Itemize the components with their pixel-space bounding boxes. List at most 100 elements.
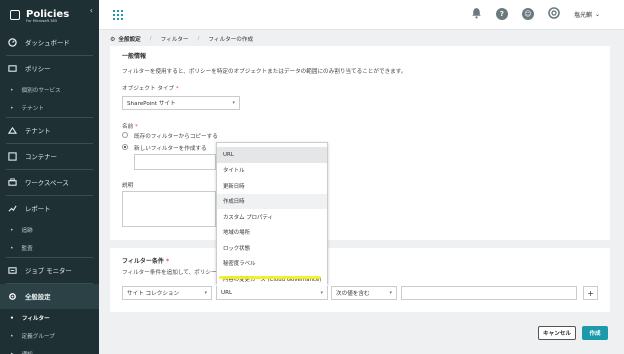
breadcrumb-home[interactable]: 全般設定	[118, 35, 140, 43]
bullet-icon: •	[10, 226, 14, 234]
chevron-down-icon: ▾	[389, 290, 392, 296]
object-type-select[interactable]: SharePoint サイト ▾	[122, 96, 240, 110]
sidebar-subitem-notification[interactable]: • 通知	[0, 345, 99, 354]
object-type-label: オブジェクト タイプ *	[122, 86, 179, 92]
job-monitor-icon	[8, 266, 17, 275]
sidebar-item-label: ワークスペース	[25, 179, 69, 187]
sidebar-item-label: 定義グループ	[21, 334, 55, 340]
sidebar-item-label: ダッシュボード	[25, 39, 70, 47]
brand-logo-icon	[10, 10, 20, 20]
gear-icon: ⚙	[110, 35, 116, 43]
dropdown-option-geo-location[interactable]: 地域の場所	[217, 225, 327, 241]
sidebar-item-label: ジョブ モニター	[25, 267, 72, 275]
object-type-value: SharePoint サイト	[127, 101, 176, 107]
condition-operator-select[interactable]: 次の値を含む ▾	[331, 286, 397, 300]
sidebar-item-label: 通知	[22, 350, 33, 354]
dropdown-option-created[interactable]: 作成日時	[217, 193, 327, 209]
policy-icon	[8, 64, 17, 73]
dropdown-option-url[interactable]: URL	[217, 147, 327, 163]
sidebar-subitem-definition-group[interactable]: • 定義グループ	[0, 327, 99, 345]
sidebar-item-label: コンテナー	[25, 153, 57, 161]
dashboard-icon	[8, 38, 17, 47]
sidebar-item-report[interactable]: レポート	[0, 196, 99, 221]
condition-field-value: サイト コレクション	[127, 291, 180, 297]
workspace-icon	[8, 178, 17, 187]
collapse-sidebar-icon[interactable]: ‹	[90, 6, 93, 15]
breadcrumb-filter[interactable]: フィルター	[161, 35, 189, 43]
description-label: 説明	[122, 183, 134, 189]
description-textarea[interactable]	[122, 191, 216, 227]
condition-field-select[interactable]: サイト コレクション ▾	[122, 286, 212, 300]
sidebar-subitem-audit[interactable]: • 監査	[0, 239, 99, 257]
condition-operator-value: 次の値を含む	[336, 291, 370, 297]
app-launcher-icon[interactable]	[113, 10, 123, 20]
sidebar-item-label: フィルター	[21, 316, 50, 322]
container-icon	[8, 152, 17, 161]
conditions-title: フィルター条件 *	[122, 258, 170, 265]
bell-icon[interactable]	[471, 7, 482, 21]
sidebar-subitem-services[interactable]: • 個別のサービス	[0, 81, 99, 99]
filter-conditions-card: フィルター条件 * フィルター条件を追加して、ポリシーを特定の サイト コレクシ…	[110, 248, 610, 312]
help-icon[interactable]: ?	[495, 8, 508, 20]
chevron-down-icon: ⌄	[594, 10, 600, 18]
cancel-button[interactable]: キャンセル	[538, 326, 576, 340]
sidebar-item-workspace[interactable]: ワークスペース	[0, 170, 99, 195]
sidebar-item-job-monitor[interactable]: ジョブ モニター	[0, 258, 99, 283]
bullet-icon: •	[10, 104, 14, 112]
feedback-icon[interactable]: ☺	[521, 8, 534, 20]
dropdown-option-sensitivity-label[interactable]: 秘密度ラベル	[217, 256, 327, 272]
breadcrumb: ⚙ 全般設定 / フィルター / フィルターの作成	[110, 35, 253, 44]
sidebar: Policies For Microsoft 365 ‹ ダッシュボード ポリシ…	[0, 0, 99, 354]
sidebar-item-settings[interactable]: 全般設定	[0, 284, 99, 309]
chevron-down-icon: ▾	[320, 290, 323, 296]
brand-subtitle: For Microsoft 365	[26, 19, 58, 23]
condition-property-value: URL	[221, 290, 233, 296]
sidebar-item-label: ポリシー	[25, 65, 51, 73]
sidebar-subitem-tenant[interactable]: • テナント	[0, 99, 99, 117]
sidebar-item-label: レポート	[25, 205, 51, 213]
dropdown-option-title[interactable]: タイトル	[217, 163, 327, 179]
sidebar-item-label: テナント	[25, 127, 51, 135]
sidebar-subitem-filter[interactable]: • フィルター	[0, 309, 99, 327]
sidebar-item-label: 個別のサービス	[21, 88, 61, 94]
sidebar-item-dashboard[interactable]: ダッシュボード	[0, 30, 99, 55]
bullet-icon: •	[10, 86, 14, 94]
bullet-icon: •	[10, 314, 14, 322]
sidebar-subitem-tracking[interactable]: • 追跡	[0, 221, 99, 239]
user-name: 塩光麒	[573, 11, 592, 19]
sidebar-item-policy[interactable]: ポリシー	[0, 56, 99, 81]
highlight-marker	[219, 276, 321, 279]
sidebar-item-container[interactable]: コンテナー	[0, 144, 99, 169]
sidebar-item-tenant[interactable]: テナント	[0, 118, 99, 143]
name-input[interactable]	[134, 154, 216, 170]
condition-property-select[interactable]: URL ▾	[216, 286, 328, 300]
bullet-icon: •	[10, 244, 14, 252]
radio-copy-existing[interactable]	[122, 132, 128, 138]
dropdown-option-modified[interactable]: 更新日時	[217, 178, 327, 194]
top-bar: ? ☺ 塩光麒 ⌄	[99, 0, 624, 30]
add-condition-button[interactable]: +	[583, 286, 598, 300]
radio-copy-label: 既存のフィルターからコピーする	[134, 134, 218, 140]
name-label: 名前 *	[122, 124, 138, 130]
section-title: 一般情報	[122, 53, 147, 60]
gear-icon	[8, 292, 17, 301]
breadcrumb-separator: /	[197, 36, 200, 42]
support-icon[interactable]	[548, 7, 560, 21]
chevron-down-icon: ▾	[204, 290, 207, 296]
chevron-down-icon: ▾	[232, 100, 235, 106]
radio-new-label: 新しいフィルターを作成する	[134, 146, 207, 152]
condition-value-input[interactable]	[401, 286, 577, 300]
brand: Policies For Microsoft 365 ‹	[0, 0, 99, 30]
bullet-icon: •	[10, 332, 14, 340]
dropdown-option-custom-property[interactable]: カスタム プロパティ	[217, 209, 327, 225]
dropdown-option-lock-state[interactable]: ロック状態	[217, 240, 327, 256]
breadcrumb-separator: /	[149, 36, 152, 42]
report-icon	[8, 204, 17, 213]
sidebar-item-label: 全般設定	[25, 293, 51, 301]
tenant-icon	[8, 126, 17, 135]
radio-create-new[interactable]	[122, 144, 128, 150]
user-menu[interactable]: 塩光麒 ⌄	[574, 10, 600, 19]
create-button[interactable]: 作成	[582, 326, 608, 340]
sidebar-item-label: 追跡	[21, 228, 33, 234]
bullet-icon: •	[10, 350, 14, 354]
